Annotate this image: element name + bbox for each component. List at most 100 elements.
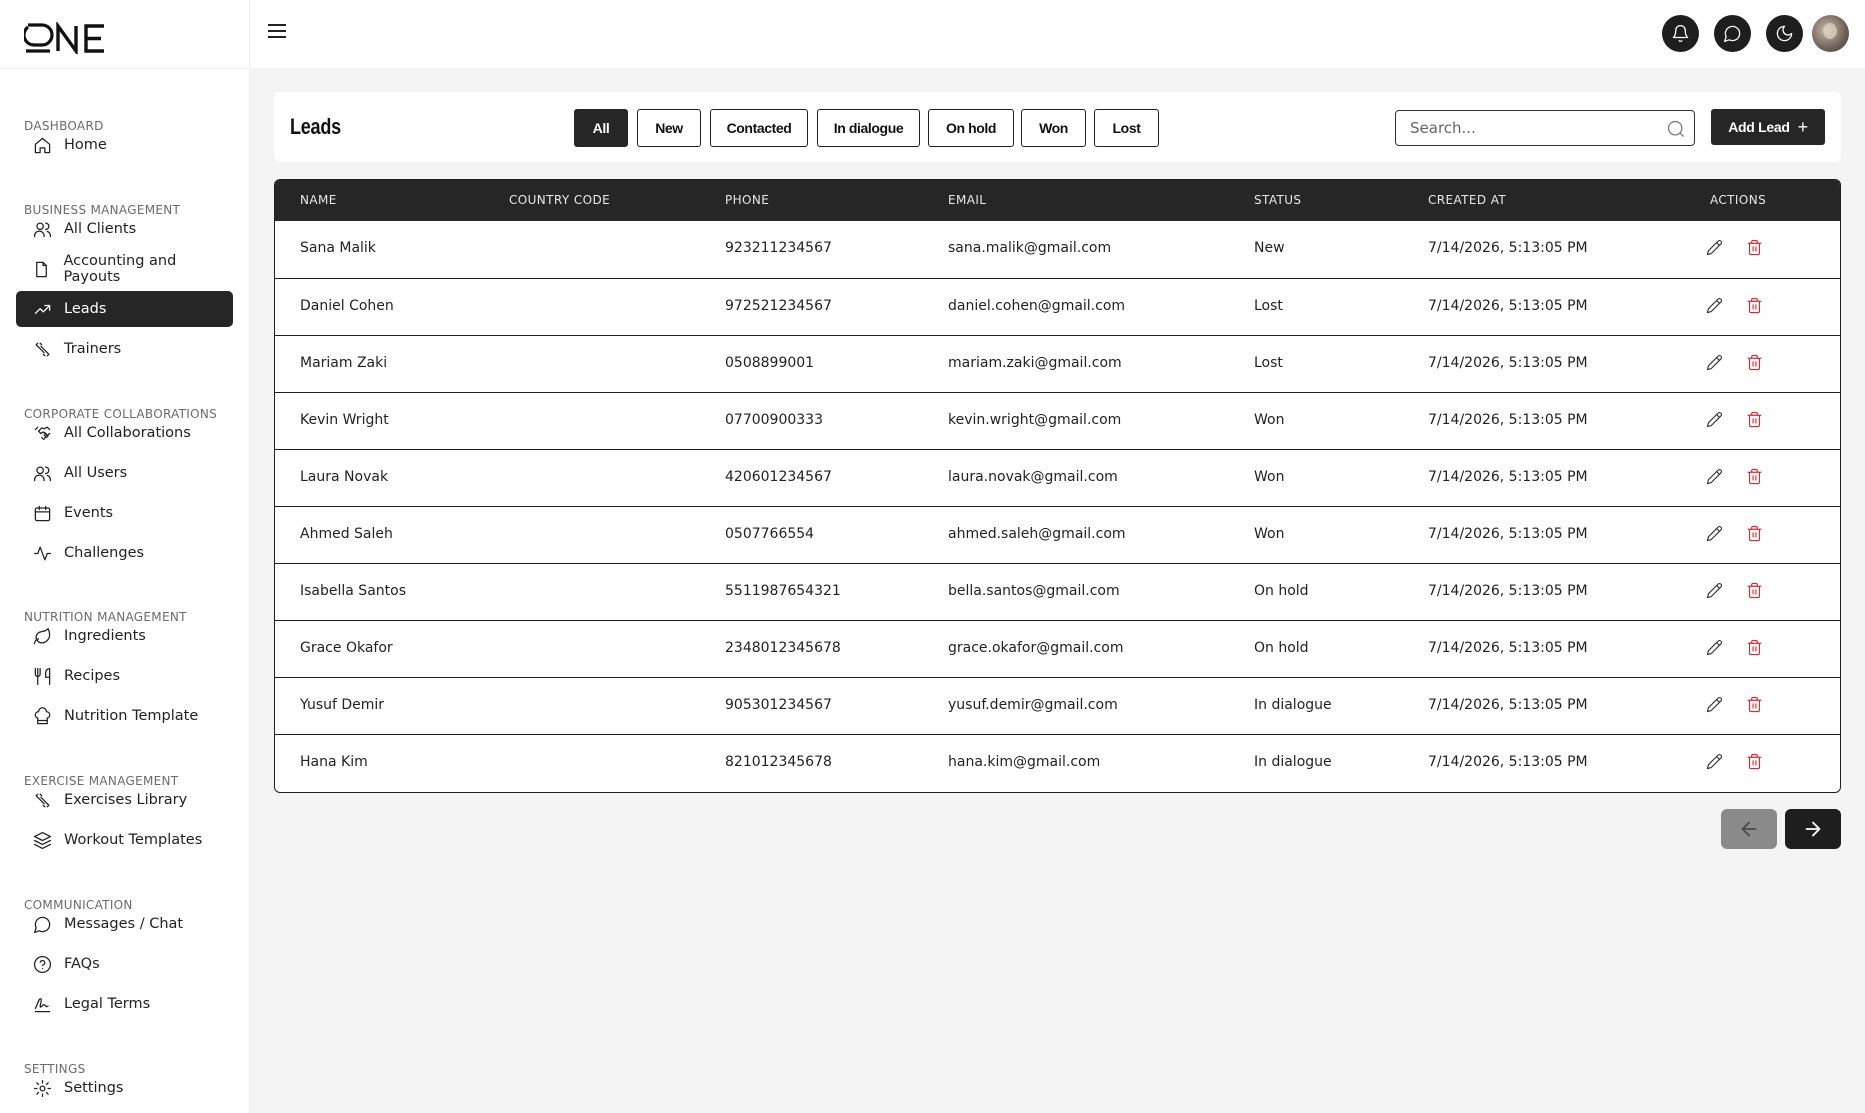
col-created-at[interactable]: CREATED AT — [1428, 193, 1506, 207]
sidebar-item-label: All Clients — [64, 221, 137, 237]
edit-icon[interactable] — [1706, 582, 1724, 600]
table-row[interactable]: Grace Okafor 2348012345678 grace.okafor@… — [275, 620, 1840, 677]
file-icon — [32, 259, 51, 279]
sidebar-item-faqs[interactable]: FAQs — [16, 946, 233, 982]
filter-lost[interactable]: Lost — [1094, 109, 1159, 147]
trash-icon[interactable] — [1746, 753, 1764, 771]
col-email[interactable]: EMAIL — [948, 193, 986, 207]
sidebar-item-all-users[interactable]: All Users — [16, 455, 233, 491]
table-row[interactable]: Kevin Wright 07700900333 kevin.wright@gm… — [275, 392, 1840, 449]
edit-icon[interactable] — [1706, 297, 1724, 315]
edit-icon[interactable] — [1706, 639, 1724, 657]
trash-icon[interactable] — [1746, 582, 1764, 600]
cell-name: Laura Novak — [300, 469, 389, 485]
col-name[interactable]: NAME — [300, 193, 337, 207]
edit-icon[interactable] — [1706, 354, 1724, 372]
chat-icon[interactable] — [1714, 15, 1751, 52]
sidebar-item-challenges[interactable]: Challenges — [16, 535, 233, 571]
trash-icon[interactable] — [1746, 468, 1764, 486]
search-icon[interactable] — [1666, 119, 1686, 139]
trash-icon[interactable] — [1746, 354, 1764, 372]
cell-name: Isabella Santos — [300, 583, 406, 599]
menu-toggle-icon[interactable] — [268, 24, 286, 40]
trash-icon[interactable] — [1746, 411, 1764, 429]
table-row[interactable]: Ahmed Saleh 0507766554 ahmed.saleh@gmail… — [275, 506, 1840, 563]
filter-won[interactable]: Won — [1021, 109, 1086, 147]
table-row[interactable]: Mariam Zaki 0508899001 mariam.zaki@gmail… — [275, 335, 1840, 392]
filter-in-dialogue[interactable]: In dialogue — [817, 109, 920, 147]
edit-icon[interactable] — [1706, 468, 1724, 486]
trash-icon[interactable] — [1746, 239, 1764, 257]
cell-created-at: 7/14/2026, 5:13:05 PM — [1428, 697, 1588, 713]
leads-table: NAME COUNTRY CODE PHONE EMAIL STATUS CRE… — [274, 179, 1841, 793]
trash-icon[interactable] — [1746, 639, 1764, 657]
gear-icon — [32, 1078, 52, 1098]
col-actions: ACTIONS — [1710, 193, 1767, 207]
sidebar-item-leads[interactable]: Leads — [16, 291, 233, 327]
moon-icon[interactable] — [1766, 15, 1803, 52]
table-row[interactable]: Daniel Cohen 972521234567 daniel.cohen@g… — [275, 278, 1840, 335]
app-logo[interactable] — [22, 20, 108, 57]
sidebar-item-label: All Collaborations — [64, 425, 191, 441]
sidebar-item-events[interactable]: Events — [16, 495, 233, 531]
cell-email: laura.novak@gmail.com — [948, 469, 1118, 485]
arrow-left-icon — [1741, 821, 1757, 837]
cell-status: Won — [1254, 469, 1285, 485]
next-page-button[interactable] — [1785, 809, 1841, 849]
table-row[interactable]: Sana Malik 923211234567 sana.malik@gmail… — [275, 221, 1840, 278]
sidebar-item-home[interactable]: Home — [16, 127, 233, 163]
cell-status: On hold — [1254, 583, 1309, 599]
sidebar-item-accounting-and-payouts[interactable]: Accounting and Payouts — [16, 251, 233, 287]
cell-status: On hold — [1254, 640, 1309, 656]
page-title: Leads — [290, 114, 341, 139]
add-lead-button[interactable]: Add Lead + — [1711, 109, 1825, 145]
edit-icon[interactable] — [1706, 411, 1724, 429]
sidebar-item-legal-terms[interactable]: Legal Terms — [16, 986, 233, 1022]
edit-icon[interactable] — [1706, 696, 1724, 714]
sidebar-item-all-collaborations[interactable]: All Collaborations — [16, 415, 233, 451]
sidebar-item-messages-chat[interactable]: Messages / Chat — [16, 906, 233, 942]
message-circle-icon — [32, 914, 52, 934]
filter-contacted[interactable]: Contacted — [710, 109, 808, 147]
add-lead-label: Add Lead — [1728, 119, 1790, 135]
filter-new[interactable]: New — [637, 109, 701, 147]
table-row[interactable]: Yusuf Demir 905301234567 yusuf.demir@gma… — [275, 677, 1840, 734]
sidebar-item-workout-templates[interactable]: Workout Templates — [16, 822, 233, 858]
sidebar-item-nutrition-template[interactable]: Nutrition Template — [16, 698, 233, 734]
sidebar-item-label: Messages / Chat — [64, 916, 184, 932]
table-row[interactable]: Isabella Santos 5511987654321 bella.sant… — [275, 563, 1840, 620]
table-row[interactable]: Laura Novak 420601234567 laura.novak@gma… — [275, 449, 1840, 506]
col-country-code[interactable]: COUNTRY CODE — [509, 193, 610, 207]
sidebar-item-label: Nutrition Template — [64, 708, 199, 724]
cell-email: daniel.cohen@gmail.com — [948, 298, 1126, 314]
cell-name: Mariam Zaki — [300, 355, 388, 371]
edit-icon[interactable] — [1706, 239, 1724, 257]
col-status[interactable]: STATUS — [1254, 193, 1301, 207]
edit-icon[interactable] — [1706, 753, 1724, 771]
cell-created-at: 7/14/2026, 5:13:05 PM — [1428, 298, 1588, 314]
dumbbell-icon — [32, 790, 52, 810]
search-input[interactable] — [1410, 111, 1660, 144]
filter-on-hold[interactable]: On hold — [928, 109, 1014, 147]
cell-phone: 07700900333 — [725, 412, 823, 428]
bell-icon[interactable] — [1662, 15, 1699, 52]
prev-page-button[interactable] — [1721, 809, 1777, 849]
sidebar-item-settings[interactable]: Settings — [16, 1070, 233, 1106]
sidebar-item-recipes[interactable]: Recipes — [16, 658, 233, 694]
col-phone[interactable]: PHONE — [725, 193, 769, 207]
sidebar-item-ingredients[interactable]: Ingredients — [16, 618, 233, 654]
trash-icon[interactable] — [1746, 525, 1764, 543]
sidebar-item-all-clients[interactable]: All Clients — [16, 211, 233, 247]
table-row[interactable]: Hana Kim 821012345678 hana.kim@gmail.com… — [275, 734, 1840, 791]
sidebar-item-exercises-library[interactable]: Exercises Library — [16, 782, 233, 818]
sidebar-item-trainers[interactable]: Trainers — [16, 331, 233, 367]
trash-icon[interactable] — [1746, 297, 1764, 315]
calendar-icon — [32, 503, 52, 523]
trending-up-icon — [32, 299, 52, 319]
leaf-icon — [32, 626, 52, 646]
edit-icon[interactable] — [1706, 525, 1724, 543]
cell-phone: 821012345678 — [725, 754, 832, 770]
filter-all[interactable]: All — [574, 109, 628, 147]
avatar[interactable] — [1812, 15, 1849, 52]
trash-icon[interactable] — [1746, 696, 1764, 714]
